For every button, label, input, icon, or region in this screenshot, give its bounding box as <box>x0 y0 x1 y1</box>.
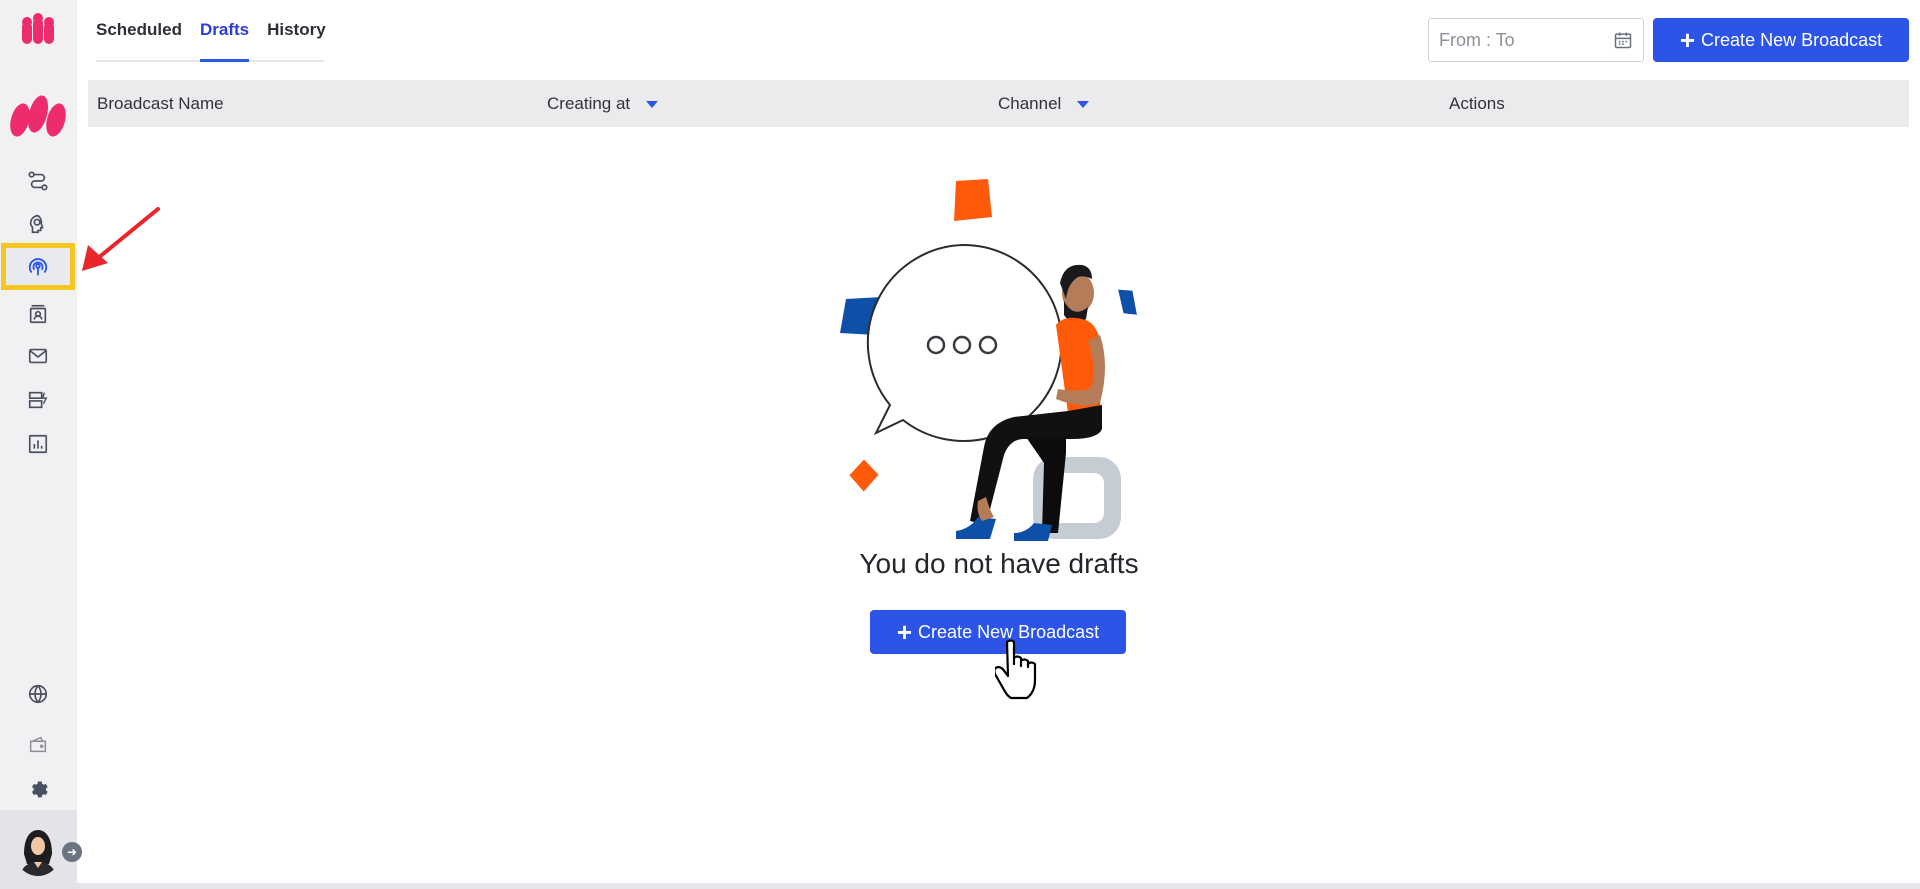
date-range-input[interactable]: From : To <box>1428 18 1644 62</box>
plus-icon: + <box>896 617 913 647</box>
table-header: Broadcast Name Creating at Channel Actio… <box>88 80 1909 127</box>
brand-logo-small[interactable] <box>18 12 58 48</box>
column-label: Broadcast Name <box>97 93 224 113</box>
globe-icon[interactable] <box>24 680 52 708</box>
create-broadcast-empty-label: Create New Broadcast <box>918 621 1100 642</box>
column-channel: Channel <box>998 80 1090 127</box>
analytics-icon[interactable] <box>24 430 52 458</box>
gear-icon[interactable] <box>24 775 52 803</box>
contacts-icon[interactable] <box>24 300 52 328</box>
tab-drafts[interactable]: Drafts <box>199 0 250 62</box>
sidebar <box>0 0 77 889</box>
broadcast-icon[interactable] <box>24 253 52 281</box>
brand-logo <box>10 95 66 137</box>
page-bottom-border <box>77 883 1920 889</box>
bot-icon[interactable] <box>24 210 52 238</box>
create-broadcast-empty-button[interactable]: + Create New Broadcast <box>870 610 1126 654</box>
avatar[interactable] <box>14 824 62 876</box>
empty-drafts-illustration <box>840 179 1137 541</box>
sidebar-expand-button[interactable]: ➜ <box>62 842 82 862</box>
sort-caret-icon[interactable] <box>646 101 659 108</box>
column-label: Creating at <box>547 93 631 113</box>
tab-scheduled[interactable]: Scheduled <box>96 0 182 60</box>
date-range-placeholder: From : To <box>1439 29 1515 50</box>
column-label: Channel <box>998 93 1062 113</box>
create-broadcast-button[interactable]: + Create New Broadcast <box>1653 18 1909 62</box>
mail-icon[interactable] <box>24 342 52 370</box>
tab-history[interactable]: History <box>267 0 326 60</box>
empty-state-message: You do not have drafts <box>859 548 1139 579</box>
templates-icon[interactable] <box>24 386 52 414</box>
create-broadcast-label: Create New Broadcast <box>1701 29 1883 50</box>
annotation-arrow-icon <box>82 207 160 271</box>
broadcast-tabs: Scheduled Drafts History <box>96 0 326 62</box>
flow-icon[interactable] <box>24 167 52 195</box>
filter-caret-icon[interactable] <box>1077 101 1090 108</box>
calendar-icon[interactable] <box>1613 30 1633 50</box>
column-label: Actions <box>1449 93 1505 113</box>
column-creating-at: Creating at <box>547 80 659 127</box>
column-actions: Actions <box>1449 80 1505 127</box>
column-broadcast-name: Broadcast Name <box>97 80 224 127</box>
wallet-icon[interactable] <box>24 730 52 758</box>
plus-icon: + <box>1679 25 1696 55</box>
